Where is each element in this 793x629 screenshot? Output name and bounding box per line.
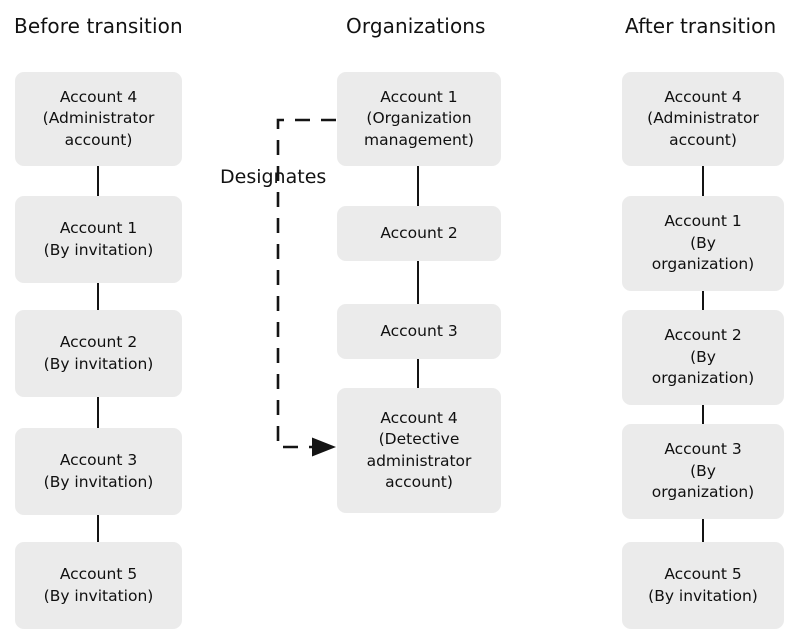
node-label: Account 4 (Detective administrator accou… [366,408,472,492]
node-label: Account 4 (Administrator account) [42,87,155,149]
node-before-account-4[interactable]: Account 4 (Administrator account) [15,72,182,166]
node-before-account-2[interactable]: Account 2 (By invitation) [15,310,182,397]
connector-before-1 [97,166,99,196]
column-heading-organizations: Organizations [346,14,486,38]
connector-before-4 [97,515,99,542]
node-label: Account 2 [380,223,458,242]
column-heading-before-transition: Before transition [14,14,183,38]
connector-after-2 [702,291,704,310]
node-label: Account 4 (Administrator account) [647,87,759,149]
node-before-account-3[interactable]: Account 3 (By invitation) [15,428,182,515]
designates-arrowhead-icon [312,437,336,457]
connector-org-3 [417,359,419,388]
node-after-account-2[interactable]: Account 2 (By organization) [622,310,784,405]
node-label: Account 3 [380,321,458,340]
node-before-account-5[interactable]: Account 5 (By invitation) [15,542,182,629]
node-label: Account 1 (By organization) [651,212,755,274]
node-org-account-2[interactable]: Account 2 [337,206,501,261]
connector-org-1 [417,166,419,206]
column-heading-after-transition: After transition [625,14,777,38]
node-before-account-1[interactable]: Account 1 (By invitation) [15,196,182,283]
node-label: Account 3 (By invitation) [43,451,154,491]
node-label: Account 1 (By invitation) [43,219,154,259]
node-org-account-3[interactable]: Account 3 [337,304,501,359]
node-after-account-1[interactable]: Account 1 (By organization) [622,196,784,291]
node-org-account-1[interactable]: Account 1 (Organization management) [337,72,501,166]
node-org-account-4[interactable]: Account 4 (Detective administrator accou… [337,388,501,513]
edge-label-designates: Designates [220,166,327,188]
node-label: Account 2 (By invitation) [43,333,154,373]
account-transition-diagram: Before transition Organizations After tr… [0,0,793,629]
node-label: Account 2 (By organization) [651,326,755,388]
connector-after-3 [702,405,704,424]
connector-before-2 [97,283,99,310]
connector-before-3 [97,397,99,428]
connector-org-2 [417,261,419,304]
connector-after-1 [702,166,704,196]
node-label: Account 1 (Organization management) [364,87,474,149]
node-after-account-5[interactable]: Account 5 (By invitation) [622,542,784,629]
node-label: Account 3 (By organization) [651,440,755,502]
node-label: Account 5 (By invitation) [43,565,154,605]
node-after-account-4[interactable]: Account 4 (Administrator account) [622,72,784,166]
node-after-account-3[interactable]: Account 3 (By organization) [622,424,784,519]
node-label: Account 5 (By invitation) [648,565,758,605]
connector-after-4 [702,519,704,542]
